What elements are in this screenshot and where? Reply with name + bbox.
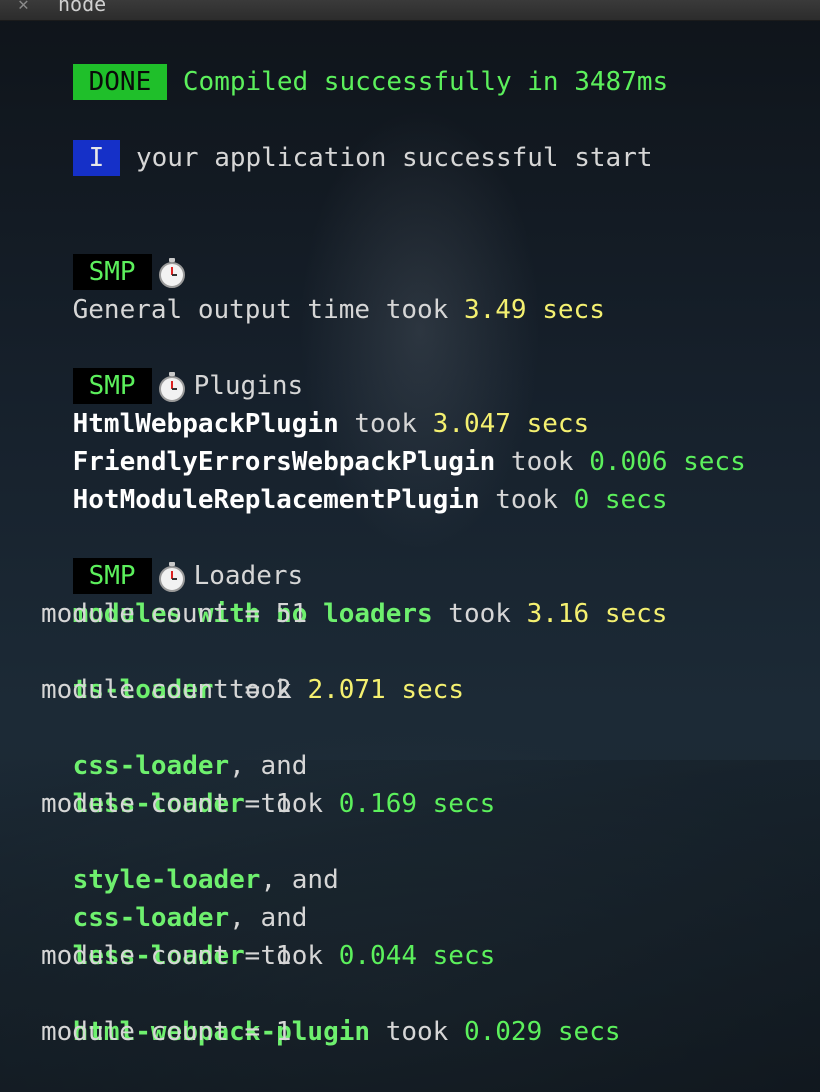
info-badge: I bbox=[72, 140, 121, 176]
compile-status-line: DONE Compiled successfully in 3487ms bbox=[10, 25, 668, 100]
loader-time: 0.044 secs bbox=[338, 941, 496, 971]
module-count-line: module count = 51 bbox=[41, 599, 308, 629]
smp-plugins-header: SMP Plugins bbox=[10, 329, 303, 404]
loader-line: html-webpack-plugin took 0.029 secs bbox=[10, 975, 621, 1047]
loader-line: ts-loader took 2.071 secs bbox=[10, 633, 464, 705]
loader-line: css-loader, and bbox=[10, 861, 308, 933]
general-output-line: General output time took 3.49 secs bbox=[10, 253, 605, 325]
loader-time: 2.071 secs bbox=[307, 675, 464, 705]
module-count-line: module count = 1 bbox=[41, 941, 292, 971]
start-message: your application successful start bbox=[135, 143, 653, 173]
plugin-time: 0 secs bbox=[573, 485, 668, 515]
took-label: took bbox=[495, 485, 558, 515]
module-count-line: module count = 1 bbox=[41, 789, 292, 819]
window-title: node bbox=[58, 0, 107, 16]
plugin-name: HotModuleReplacementPlugin bbox=[72, 485, 480, 515]
terminal-titlebar: ✕ node bbox=[0, 0, 820, 21]
start-status-line: I your application successful start bbox=[10, 101, 653, 176]
close-icon[interactable]: ✕ bbox=[18, 0, 29, 15]
module-count-line: module count = 1 bbox=[41, 1017, 292, 1047]
general-output-time: 3.49 secs bbox=[463, 295, 605, 325]
loader-line: css-loader, and bbox=[10, 709, 308, 781]
smp-general-header: SMP bbox=[10, 215, 194, 290]
plugin-line: HotModuleReplacementPlugin took 0 secs bbox=[10, 443, 668, 515]
loader-time: 0.029 secs bbox=[463, 1017, 621, 1047]
smp-loaders-header: SMP Loaders bbox=[10, 519, 303, 594]
loader-line: modules with no loaders took 3.16 secs bbox=[10, 557, 668, 629]
loader-time: 0.169 secs bbox=[338, 789, 496, 819]
loader-suffix: took bbox=[432, 599, 527, 629]
loader-line: less-loader took 0.044 secs bbox=[10, 899, 496, 971]
module-count-line: module count = 2 bbox=[41, 675, 292, 705]
compiled-message: Compiled successfully in 3487ms bbox=[182, 67, 669, 97]
loader-line: style-loader, and bbox=[10, 823, 339, 895]
loader-suffix: took bbox=[370, 1017, 464, 1047]
loader-time: 3.16 secs bbox=[526, 599, 668, 629]
plugin-line: FriendlyErrorsWebpackPlugin took 0.006 s… bbox=[10, 405, 746, 477]
plugin-line: HtmlWebpackPlugin took 3.047 secs bbox=[10, 367, 590, 439]
done-badge: DONE bbox=[72, 64, 168, 100]
terminal-output[interactable]: DONE Compiled successfully in 3487ms I y… bbox=[0, 0, 820, 1092]
loader-line: less-loader took 0.169 secs bbox=[10, 747, 496, 819]
general-output-text: General output time took bbox=[72, 295, 449, 325]
